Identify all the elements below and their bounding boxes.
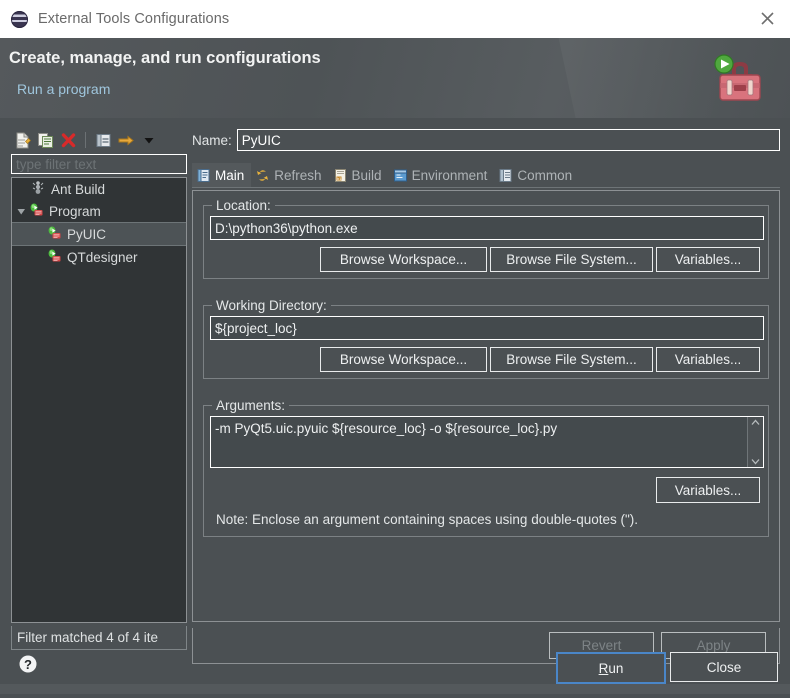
arguments-note: Note: Enclose an argument containing spa… xyxy=(216,512,639,527)
run-label-rest: un xyxy=(608,660,624,676)
working-directory-input[interactable]: ${project_loc} xyxy=(210,316,764,340)
eclipse-icon xyxy=(11,10,28,28)
svg-text:?: ? xyxy=(24,657,32,672)
tab-main[interactable]: Main xyxy=(192,163,252,187)
configuration-editor: Name: PyUIC Main Refresh b1 Build Enviro… xyxy=(192,128,780,688)
name-input-value: PyUIC xyxy=(241,132,281,148)
workdir-variables-button[interactable]: Variables... xyxy=(656,347,760,372)
button-label: Close xyxy=(706,659,742,675)
common-tab-icon xyxy=(498,168,513,183)
header-subtitle: Run a program xyxy=(17,81,111,97)
svg-text:b1: b1 xyxy=(337,176,342,181)
location-group: Location: D:\python36\python.exe Browse … xyxy=(203,198,769,279)
new-configuration-icon[interactable] xyxy=(11,129,33,151)
chevron-down-icon[interactable] xyxy=(138,129,160,151)
configurations-panel: type filter text Ant Build Program PyUIC… xyxy=(8,128,190,688)
location-group-label: Location: xyxy=(212,198,275,213)
tab-label: Build xyxy=(351,167,382,183)
working-directory-group-label: Working Directory: xyxy=(212,298,331,313)
name-row: Name: PyUIC xyxy=(192,128,780,152)
scroll-down-icon xyxy=(751,459,760,465)
tab-build[interactable]: b1 Build xyxy=(329,163,389,187)
tree-item-pyuic[interactable]: PyUIC xyxy=(12,222,186,246)
environment-tab-icon xyxy=(393,168,408,183)
header-title: Create, manage, and run configurations xyxy=(9,49,321,67)
tab-label: Environment xyxy=(411,167,488,183)
refresh-tab-icon xyxy=(255,168,270,183)
button-label: Browse Workspace... xyxy=(339,252,468,267)
button-label: Variables... xyxy=(674,482,742,498)
toolbox-run-icon xyxy=(706,52,774,108)
workdir-browse-workspace-button[interactable]: Browse Workspace... xyxy=(320,347,487,372)
title-bar: External Tools Configurations xyxy=(0,0,790,39)
duplicate-configuration-icon[interactable] xyxy=(34,129,56,151)
ant-build-icon xyxy=(30,180,48,198)
background-strip xyxy=(0,684,790,694)
scroll-up-icon xyxy=(751,419,760,425)
tree-expander-program[interactable] xyxy=(14,200,28,222)
tab-label: Main xyxy=(215,167,245,183)
button-label: Variables... xyxy=(674,252,742,267)
arguments-variables-button[interactable]: Variables... xyxy=(656,477,760,503)
filter-input[interactable]: type filter text xyxy=(11,154,187,174)
close-window-button[interactable] xyxy=(744,0,790,37)
filter-placeholder: type filter text xyxy=(16,156,97,172)
name-input[interactable]: PyUIC xyxy=(236,129,780,151)
external-tools-configurations-window: External Tools Configurations Create, ma… xyxy=(0,0,790,694)
arguments-group-label: Arguments: xyxy=(212,398,290,413)
button-label: Browse File System... xyxy=(506,252,637,267)
working-directory-group: Working Directory: ${project_loc} Browse… xyxy=(203,298,769,379)
delete-configuration-icon[interactable] xyxy=(57,129,79,151)
location-browse-filesystem-button[interactable]: Browse File System... xyxy=(490,247,653,272)
run-button[interactable]: Run xyxy=(556,652,666,684)
workdir-browse-filesystem-button[interactable]: Browse File System... xyxy=(490,347,653,372)
tree-item-program[interactable]: Program xyxy=(12,200,186,222)
arguments-input[interactable]: -m PyQt5.uic.pyuic ${resource_loc} -o ${… xyxy=(210,416,764,468)
location-value: D:\python36\python.exe xyxy=(215,220,358,236)
program-icon xyxy=(46,248,64,266)
main-tab-panel: Location: D:\python36\python.exe Browse … xyxy=(192,190,780,622)
arguments-group: Arguments: -m PyQt5.uic.pyuic ${resource… xyxy=(203,398,769,537)
window-title: External Tools Configurations xyxy=(38,11,230,27)
tab-common[interactable]: Common xyxy=(494,163,579,187)
tab-environment[interactable]: Environment xyxy=(389,163,495,187)
configurations-toolbar xyxy=(8,128,190,152)
build-tab-icon: b1 xyxy=(333,168,348,183)
arguments-value: -m PyQt5.uic.pyuic ${resource_loc} -o ${… xyxy=(215,421,558,436)
location-browse-workspace-button[interactable]: Browse Workspace... xyxy=(320,247,487,272)
tab-refresh[interactable]: Refresh xyxy=(251,163,328,187)
button-label: Variables... xyxy=(674,352,742,367)
program-icon xyxy=(28,202,46,220)
program-icon xyxy=(46,225,64,243)
main-tab-icon xyxy=(196,168,211,183)
dialog-header: Create, manage, and run configurations R… xyxy=(0,38,790,118)
arguments-scrollbar[interactable] xyxy=(747,417,763,467)
tree-item-label: PyUIC xyxy=(67,226,107,242)
tab-label: Common xyxy=(517,167,573,183)
tree-item-label: QTdesigner xyxy=(67,249,138,265)
configurations-tree[interactable]: Ant Build Program PyUIC QTdesigner xyxy=(11,177,187,623)
tree-item-label: Ant Build xyxy=(51,181,106,197)
collapse-all-icon[interactable] xyxy=(92,129,114,151)
run-mnemonic: R xyxy=(598,660,609,676)
tree-item-label: Program xyxy=(49,203,101,219)
help-icon[interactable]: ? xyxy=(18,654,38,674)
button-label: Browse Workspace... xyxy=(339,352,468,367)
working-directory-value: ${project_loc} xyxy=(215,320,297,336)
close-button[interactable]: Close xyxy=(670,652,778,682)
tree-item-ant-build[interactable]: Ant Build xyxy=(12,178,186,200)
toolbar-separator xyxy=(85,132,86,148)
location-input[interactable]: D:\python36\python.exe xyxy=(210,216,764,240)
name-label: Name: xyxy=(192,132,232,148)
tab-bar: Main Refresh b1 Build Environment Common xyxy=(192,161,780,188)
dialog-body: type filter text Ant Build Program PyUIC… xyxy=(0,118,790,694)
tree-item-qtdesigner[interactable]: QTdesigner xyxy=(12,246,186,268)
location-variables-button[interactable]: Variables... xyxy=(656,247,760,272)
filter-arrow-icon[interactable] xyxy=(115,129,137,151)
button-label: Run xyxy=(599,661,624,676)
button-label: Browse File System... xyxy=(506,352,637,367)
tab-label: Refresh xyxy=(274,167,322,183)
